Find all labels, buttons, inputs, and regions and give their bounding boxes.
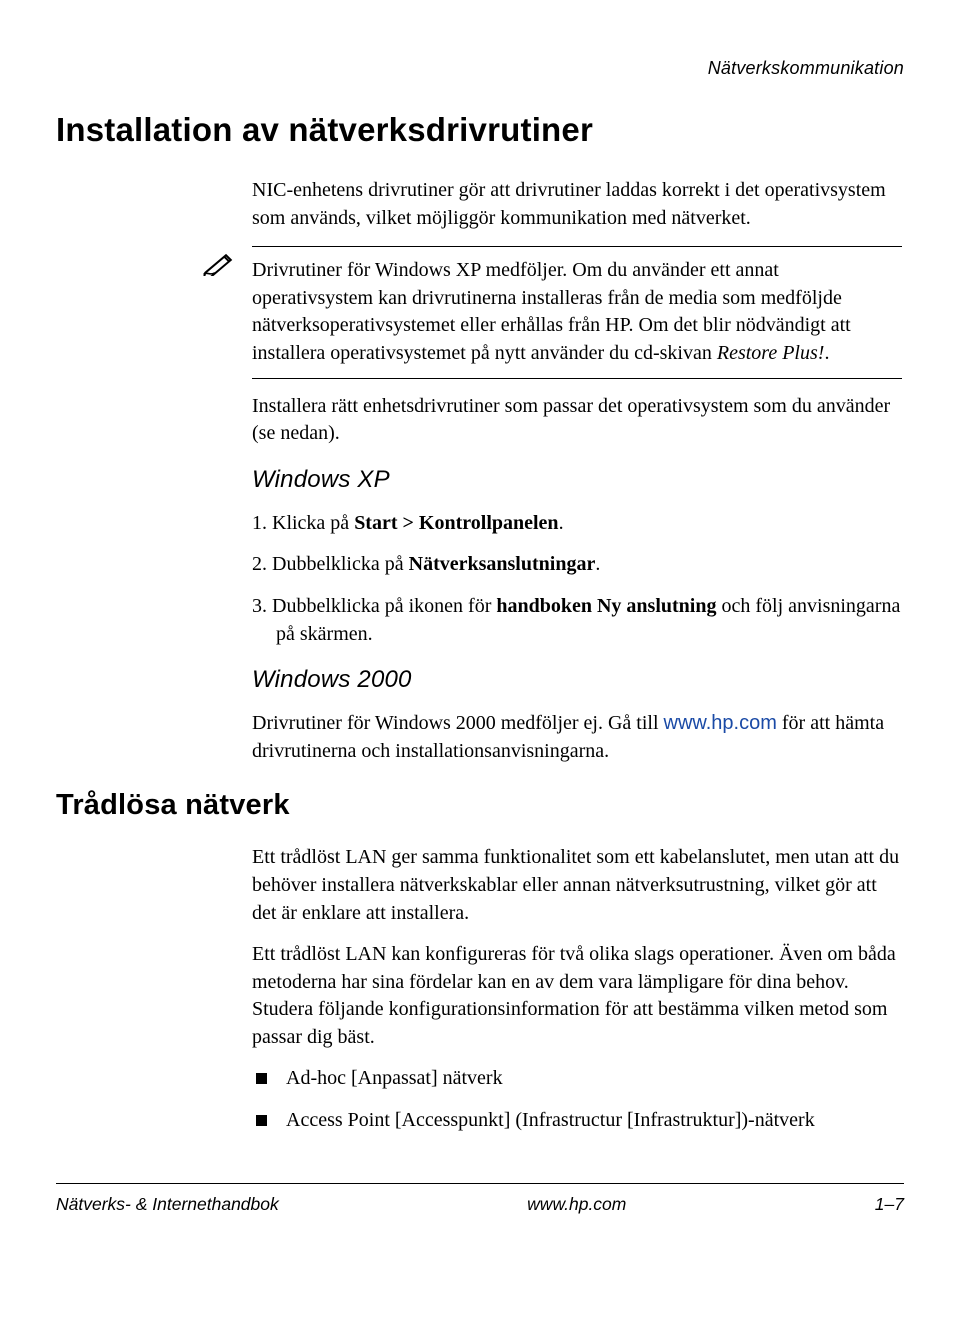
footer-right: 1–7: [875, 1194, 904, 1215]
heading-windows-xp: Windows XP: [252, 466, 902, 494]
post-note-paragraph: Installera rätt enhetsdrivrutiner som pa…: [252, 393, 902, 448]
list-item: 3. Dubbelklicka på ikonen för handboken …: [252, 593, 902, 648]
heading-windows-2000: Windows 2000: [252, 666, 902, 694]
list-item: 2. Dubbelklicka på Nätverksanslutningar.: [252, 551, 902, 579]
page-footer: Nätverks- & Internethandbok www.hp.com 1…: [56, 1183, 904, 1215]
xp-steps-list: 1. Klicka på Start > Kontrollpanelen. 2.…: [252, 510, 902, 648]
step-text: 1. Klicka på: [252, 512, 354, 534]
note-text-italic: Restore Plus!: [717, 342, 825, 364]
running-header: Nätverkskommunikation: [56, 58, 904, 79]
step-bold: Start > Kontrollpanelen: [354, 512, 558, 534]
w2000-paragraph: Drivrutiner för Windows 2000 medföljer e…: [252, 710, 902, 765]
note-text: Drivrutiner för Windows XP medföljer. Om…: [252, 247, 902, 377]
wlan-paragraph-1: Ett trådlöst LAN ger samma funktionalite…: [252, 844, 902, 927]
list-item: Ad-hoc [Anpassat] nätverk: [252, 1065, 902, 1093]
wireless-content: Ett trådlöst LAN ger samma funktionalite…: [252, 844, 902, 1134]
note-block: Drivrutiner för Windows XP medföljer. Om…: [252, 246, 902, 378]
page-title: Installation av nätverksdrivrutiner: [56, 111, 904, 149]
heading-wireless: Trådlösa nätverk: [56, 789, 904, 822]
step-text: 2. Dubbelklicka på: [252, 553, 409, 575]
footer-left: Nätverks- & Internethandbok: [56, 1194, 279, 1215]
intro-paragraph: NIC-enhetens drivrutiner gör att drivrut…: [252, 177, 902, 232]
note-text-part2: .: [824, 342, 829, 364]
w2000-text: Drivrutiner för Windows 2000 medföljer e…: [252, 712, 664, 734]
step-text: .: [595, 553, 600, 575]
footer-center: www.hp.com: [527, 1194, 626, 1215]
hp-link[interactable]: www.hp.com: [664, 712, 777, 734]
footer-rule: [56, 1183, 904, 1184]
step-text: 3. Dubbelklicka på ikonen för: [252, 595, 496, 617]
step-bold: handboken Ny anslutning: [496, 595, 716, 617]
list-item: 1. Klicka på Start > Kontrollpanelen.: [252, 510, 902, 538]
wlan-bullets: Ad-hoc [Anpassat] nätverk Access Point […: [252, 1065, 902, 1134]
step-text: .: [559, 512, 564, 534]
step-bold: Nätverksanslutningar: [409, 553, 596, 575]
note-icon: [202, 252, 234, 281]
note-rule-bottom: [252, 378, 902, 379]
wlan-paragraph-2: Ett trådlöst LAN kan konfigureras för tv…: [252, 941, 902, 1051]
list-item: Access Point [Accesspunkt] (Infrastructu…: [252, 1107, 902, 1135]
main-content: NIC-enhetens drivrutiner gör att drivrut…: [252, 177, 902, 765]
